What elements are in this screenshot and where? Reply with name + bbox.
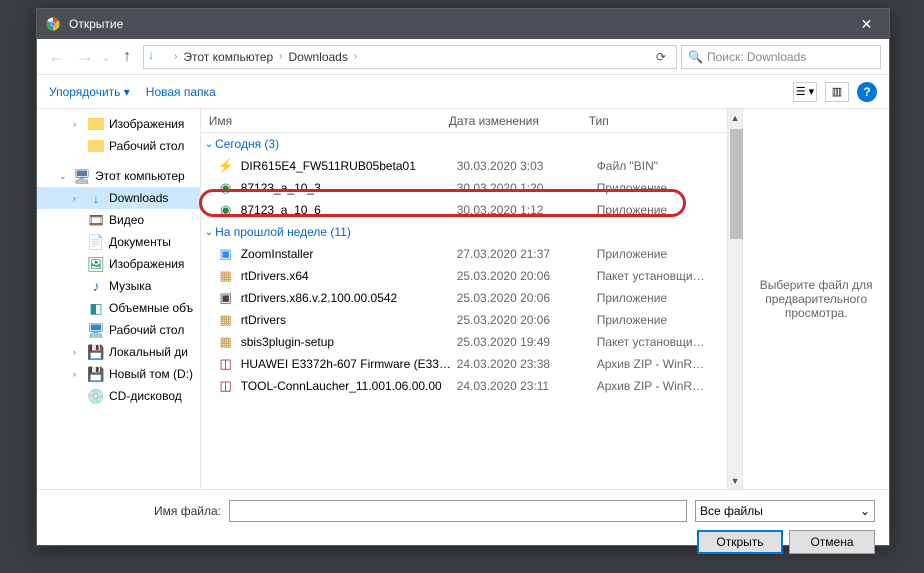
tree-new-vol[interactable]: ›💾Новый том (D:) [37,363,200,385]
filetype-filter[interactable]: Все файлы⌄ [695,500,875,522]
file-row[interactable]: ◫HUAWEI E3372h-607 Firmware (E3372h-6…24… [201,353,727,375]
search-input[interactable]: 🔍 Поиск: Downloads [681,45,881,69]
chevron-right-icon: › [350,51,361,62]
tree-images2[interactable]: 🖼Изображения [37,253,200,275]
scroll-thumb[interactable] [730,129,743,239]
col-name[interactable]: Имя [201,114,441,128]
app-icon: ▣ [217,289,235,307]
downloads-icon: ↓ [148,48,166,66]
file-row[interactable]: ▦sbis3plugin-setup25.03.2020 19:49Пакет … [201,331,727,353]
recent-dropdown[interactable]: ⌄ [101,50,111,64]
footer: Имя файла: Все файлы⌄ Открыть Отмена [37,489,889,564]
search-placeholder: Поиск: Downloads [707,50,806,64]
refresh-button[interactable]: ⟳ [650,50,672,64]
installer-icon: ▦ [217,333,235,351]
tree-cd[interactable]: 💿CD-дисковод [37,385,200,407]
titlebar: Открытие ✕ [37,9,889,39]
forward-button[interactable]: → [73,45,97,69]
scroll-up-icon[interactable]: ▲ [728,109,743,126]
zoom-icon: ▣ [217,245,235,263]
file-row[interactable]: ▦rtDrivers.x6425.03.2020 20:06Пакет уста… [201,265,727,287]
chevron-right-icon: › [170,51,181,62]
up-button[interactable]: ↑ [115,45,139,69]
col-type[interactable]: Тип [581,114,711,128]
tree-documents[interactable]: 📄Документы [37,231,200,253]
close-button[interactable]: ✕ [844,9,889,39]
filename-input[interactable] [229,500,687,522]
group-lastweek[interactable]: ⌄На прошлой неделе (11) [201,221,727,243]
preview-toggle-button[interactable]: ▥ [825,82,849,102]
column-headers: Имя Дата изменения Тип [201,109,727,133]
chrome-icon [45,16,61,32]
breadcrumb-folder[interactable]: Downloads [286,50,349,64]
tree-music[interactable]: ♪Музыка [37,275,200,297]
file-list: Имя Дата изменения Тип ⌄Сегодня (3) ⚡DIR… [201,109,727,489]
toolbar: Упорядочить ▾ Новая папка ☰ ▾ ▥ ? [37,75,889,109]
tree-3d[interactable]: ◧Объемные объ [37,297,200,319]
file-row[interactable]: ◉87123_a_10_330.03.2020 1:20Приложение [201,177,727,199]
new-folder-button[interactable]: Новая папка [146,85,216,99]
preview-pane: Выберите файл для предварительного просм… [742,109,889,489]
file-row[interactable]: ◫TOOL-ConnLaucher_11.001.06.00.0024.03.2… [201,375,727,397]
cancel-button[interactable]: Отмена [789,530,875,554]
open-button[interactable]: Открыть [697,530,783,554]
tree-downloads[interactable]: ›↓Downloads [37,187,200,209]
main-area: ›Изображения Рабочий стол ⌄🖥Этот компьют… [37,109,889,489]
group-today[interactable]: ⌄Сегодня (3) [201,133,727,155]
back-button[interactable]: ← [45,45,69,69]
address-bar[interactable]: ↓ › Этот компьютер › Downloads › ⟳ [143,45,677,69]
file-row[interactable]: ▣rtDrivers.x86.v.2.100.00.054225.03.2020… [201,287,727,309]
app-icon: ◉ [217,201,235,219]
chevron-right-icon: › [275,51,286,62]
zip-icon: ◫ [217,355,235,373]
col-date[interactable]: Дата изменения [441,114,581,128]
file-row[interactable]: ▣ZoomInstaller27.03.2020 21:37Приложение [201,243,727,265]
organize-button[interactable]: Упорядочить ▾ [49,85,130,99]
zip-icon: ◫ [217,377,235,395]
file-open-dialog: Открытие ✕ ← → ⌄ ↑ ↓ › Этот компьютер › … [36,8,890,546]
tree-images[interactable]: ›Изображения [37,113,200,135]
tree-video[interactable]: 🎞Видео [37,209,200,231]
breadcrumb-root[interactable]: Этот компьютер [181,50,275,64]
navbar: ← → ⌄ ↑ ↓ › Этот компьютер › Downloads ›… [37,39,889,75]
view-button[interactable]: ☰ ▾ [793,82,817,102]
window-title: Открытие [69,17,844,31]
file-row[interactable]: ⚡DIR615E4_FW511RUB05beta0130.03.2020 3:0… [201,155,727,177]
scroll-down-icon[interactable]: ▼ [728,472,743,489]
tree-desktop2[interactable]: 🖥Рабочий стол [37,319,200,341]
filename-label: Имя файла: [141,504,221,518]
help-icon[interactable]: ? [857,82,877,102]
search-icon: 🔍 [688,50,703,64]
scrollbar[interactable]: ▲ ▼ [727,109,743,489]
installer-icon: ▦ [217,267,235,285]
app-icon: ◉ [217,179,235,197]
nav-tree: ›Изображения Рабочий стол ⌄🖥Этот компьют… [37,109,201,489]
app-icon: ▦ [217,311,235,329]
tree-local-disk[interactable]: ›💾Локальный ди [37,341,200,363]
file-row[interactable]: ▦rtDrivers25.03.2020 20:06Приложение [201,309,727,331]
file-row[interactable]: ◉87123_a_10_630.03.2020 1:12Приложение [201,199,727,221]
tree-desktop[interactable]: Рабочий стол [37,135,200,157]
bin-icon: ⚡ [217,157,235,175]
tree-this-pc[interactable]: ⌄🖥Этот компьютер [37,165,200,187]
